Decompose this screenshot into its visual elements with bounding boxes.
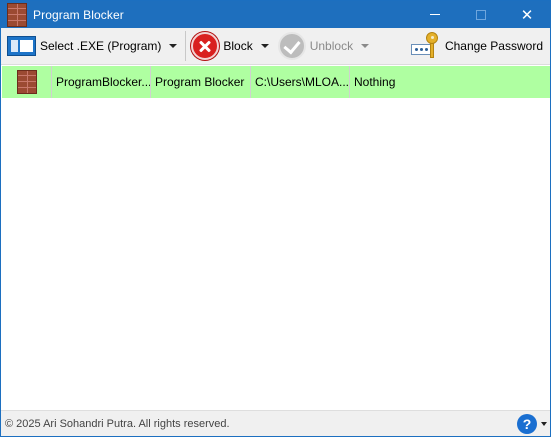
toolbar: Select .EXE (Program) Block Unblock Chan… [1, 28, 550, 65]
unblock-label: Unblock [309, 39, 354, 53]
row-status: Nothing [354, 75, 396, 89]
window-title: Program Blocker [33, 7, 124, 22]
status-bar: © 2025 Ari Sohandri Putra. All rights re… [1, 410, 550, 436]
change-password-button[interactable]: Change Password [408, 31, 546, 62]
row-icon-cell [2, 66, 52, 98]
unblock-button[interactable]: Unblock [275, 31, 375, 62]
maximize-button[interactable] [458, 1, 504, 28]
window-controls: ✕ [412, 1, 550, 28]
select-exe-label: Select .EXE (Program) [40, 39, 162, 53]
chevron-down-icon[interactable] [260, 44, 269, 48]
minimize-icon [430, 14, 440, 15]
maximize-icon [476, 9, 486, 20]
help-question-icon: ? [517, 414, 537, 434]
program-blocker-window: Program Blocker ✕ Select .EXE (Program) … [0, 0, 551, 437]
brick-wall-icon [16, 70, 37, 94]
close-button[interactable]: ✕ [504, 1, 550, 28]
row-name: ProgramBlocker... [52, 66, 151, 98]
select-exe-button[interactable]: Select .EXE (Program) [4, 31, 183, 62]
program-window-icon [7, 36, 36, 56]
chevron-down-icon[interactable] [169, 44, 178, 48]
minimize-button[interactable] [412, 1, 458, 28]
copyright-text: © 2025 Ari Sohandri Putra. All rights re… [5, 417, 230, 430]
close-icon: ✕ [520, 6, 534, 24]
row-path: C:\Users\MLOA... [251, 66, 350, 98]
chevron-down-icon[interactable] [361, 44, 370, 48]
brick-wall-icon [7, 2, 27, 27]
help-button[interactable]: ? [517, 414, 547, 434]
key-icon [410, 32, 441, 60]
block-label: Block [223, 39, 253, 53]
block-button[interactable]: Block [188, 31, 274, 62]
toolbar-separator [185, 31, 187, 61]
title-bar: Program Blocker ✕ [1, 1, 550, 28]
block-x-icon [191, 32, 220, 60]
list-row[interactable]: ProgramBlocker... Program Blocker C:\Use… [2, 66, 550, 98]
checkmark-icon [277, 32, 306, 60]
change-password-label: Change Password [444, 39, 543, 53]
program-list[interactable]: ProgramBlocker... Program Blocker C:\Use… [2, 66, 550, 411]
row-description: Program Blocker [151, 66, 251, 98]
chevron-down-icon [541, 422, 547, 426]
